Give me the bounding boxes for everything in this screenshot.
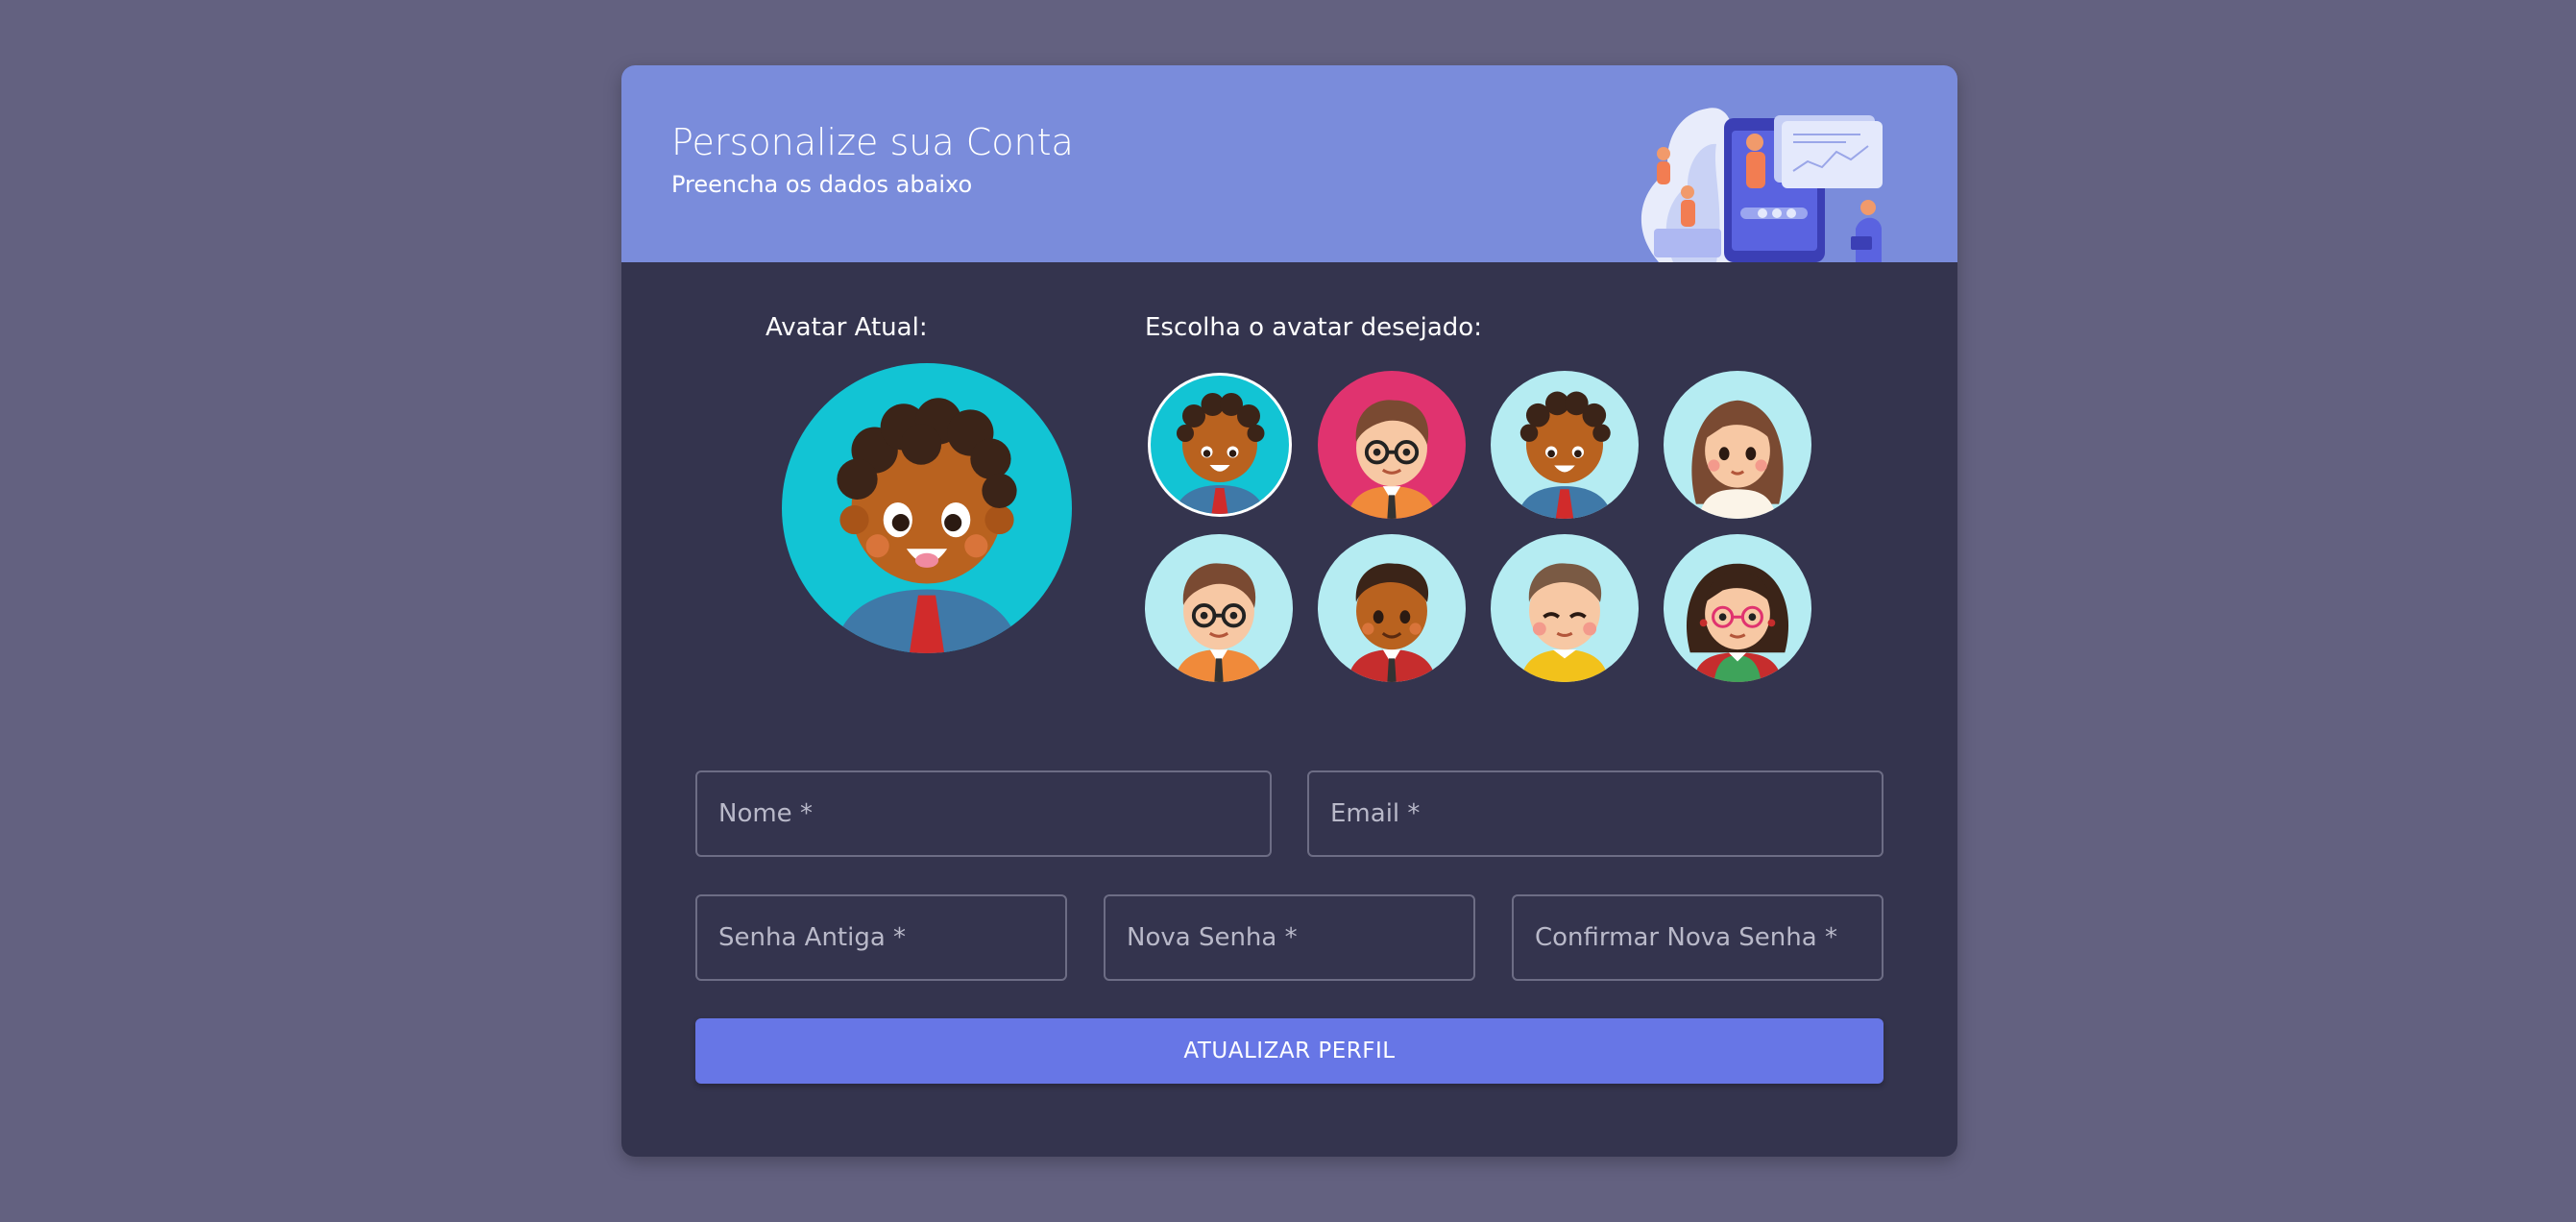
avatar-option-4[interactable] bbox=[1664, 371, 1811, 519]
profile-card: Personalize sua Conta Preencha os dados … bbox=[621, 65, 1957, 1157]
card-header: Personalize sua Conta Preencha os dados … bbox=[621, 65, 1957, 262]
avatar-option-8[interactable] bbox=[1664, 534, 1811, 682]
avatar-option-1[interactable] bbox=[1148, 373, 1292, 517]
avatar-option-6[interactable] bbox=[1318, 534, 1466, 682]
page-title: Personalize sua Conta bbox=[671, 121, 1074, 163]
glasses-man-avatar-icon bbox=[1145, 534, 1293, 682]
email-field[interactable] bbox=[1307, 770, 1883, 857]
avatar-option-2[interactable] bbox=[1318, 371, 1466, 519]
new-password-field[interactable] bbox=[1104, 894, 1475, 981]
page-subtitle: Preencha os dados abaixo bbox=[671, 171, 973, 198]
curly-hair-boy-avatar-icon bbox=[1148, 373, 1292, 517]
glasses-girl-avatar-icon bbox=[1664, 534, 1811, 682]
confirm-password-field[interactable] bbox=[1512, 894, 1883, 981]
current-avatar-label: Avatar Atual: bbox=[766, 313, 928, 342]
glasses-boy-pink-avatar-icon bbox=[1318, 371, 1466, 519]
avatar-option-3[interactable] bbox=[1491, 371, 1639, 519]
old-password-field[interactable] bbox=[695, 894, 1067, 981]
avatar-option-7[interactable] bbox=[1491, 534, 1639, 682]
avatar-option-5[interactable] bbox=[1145, 534, 1293, 682]
name-field[interactable] bbox=[695, 770, 1272, 857]
dark-hair-boy-avatar-icon bbox=[1318, 534, 1466, 682]
smiling-boy-avatar-icon bbox=[1491, 534, 1639, 682]
current-avatar-image bbox=[782, 363, 1072, 653]
header-illustration bbox=[1640, 108, 1883, 262]
curly-hair-boy-light-avatar-icon bbox=[1491, 371, 1639, 519]
long-hair-girl-avatar-icon bbox=[1664, 371, 1811, 519]
avatar-picker-label: Escolha o avatar desejado: bbox=[1145, 313, 1482, 342]
update-profile-button[interactable]: ATUALIZAR PERFIL bbox=[695, 1018, 1883, 1084]
